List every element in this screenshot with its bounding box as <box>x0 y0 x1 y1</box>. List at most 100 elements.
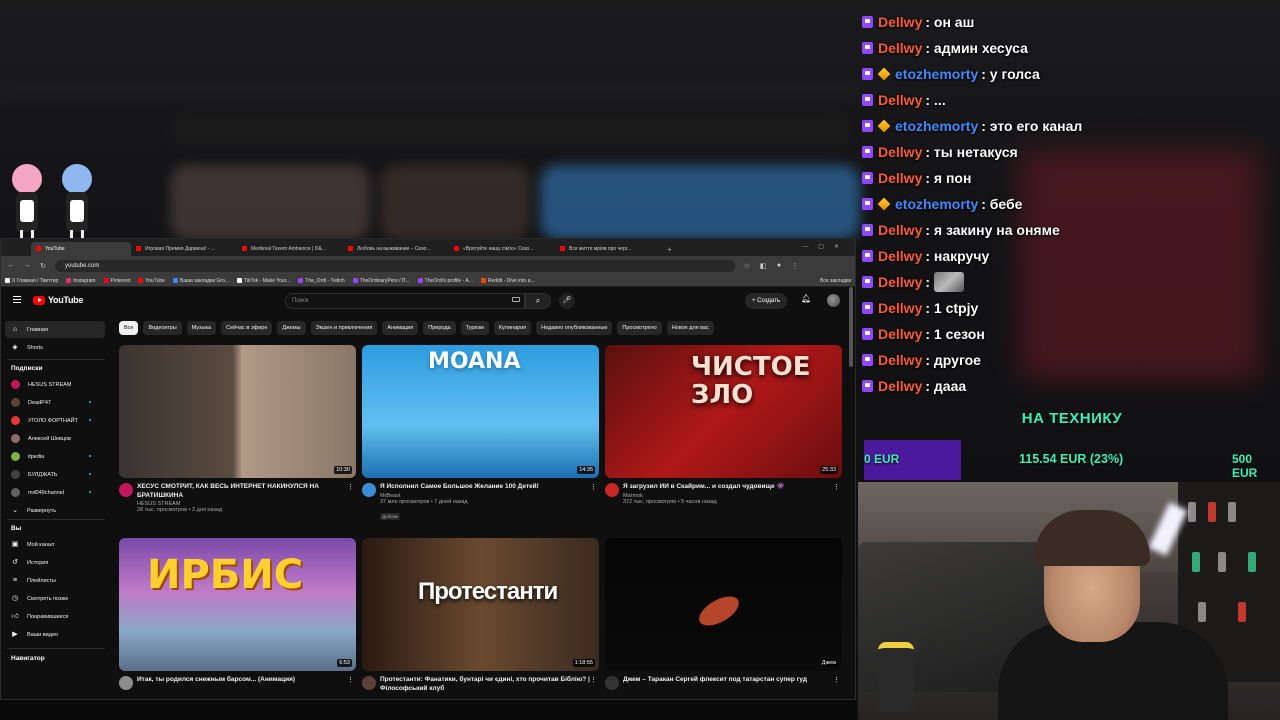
bookmark-item[interactable]: Reddit - Dive into a... <box>480 278 535 284</box>
filter-chip[interactable]: Экшен и приключения <box>310 321 378 335</box>
video-title[interactable]: ХЕСУС СМОТРИТ, КАК ВЕСЬ ИНТЕРНЕТ НАКИНУЛ… <box>137 483 347 500</box>
menu-icon[interactable]: ⋮ <box>791 262 799 270</box>
tab-item[interactable]: Medieval Tavern Ambience | D&... <box>237 242 343 256</box>
filter-chip[interactable]: Сейчас в эфире <box>221 321 273 335</box>
chat-username[interactable]: etozhemorty <box>895 196 978 212</box>
filter-chip[interactable]: Туризм <box>460 321 489 335</box>
video-thumbnail[interactable]: MOANA 14:35 <box>362 345 599 478</box>
chat-username[interactable]: Dellwy <box>878 248 922 264</box>
create-button[interactable]: + Создать <box>745 293 787 309</box>
video-thumbnail[interactable]: Джем <box>605 538 842 671</box>
sidebar-item-you[interactable]: ▣ Мой канал <box>5 536 105 553</box>
chat-username[interactable]: etozhemorty <box>895 118 978 134</box>
video-title[interactable]: Я Исполнил Самое Большое Желание 100 Дет… <box>380 483 590 492</box>
channel-avatar[interactable] <box>362 483 376 497</box>
tab-item[interactable]: Все життя мріяв про черг... <box>555 242 661 256</box>
subscription-item[interactable]: HESUS STREAM <box>5 376 105 393</box>
sidebar-item-home[interactable]: ⌂ Главная <box>5 321 105 338</box>
filter-chip[interactable]: Природа <box>423 321 456 335</box>
chat-username[interactable]: Dellwy <box>878 274 922 290</box>
channel-avatar[interactable] <box>605 676 619 690</box>
video-thumbnail[interactable]: ЧИСТОЕ ЗЛО 25:33 <box>605 345 842 478</box>
filter-chip[interactable]: Просмотрено <box>617 321 662 335</box>
reload-icon[interactable]: ↻ <box>39 262 47 270</box>
window-controls[interactable]: —▢✕ <box>802 243 849 250</box>
bookmark-item[interactable]: TikTok - Make Your... <box>237 278 290 284</box>
profile-icon[interactable]: ● <box>775 262 783 269</box>
video-card[interactable]: 10:30 ХЕСУС СМОТРИТ, КАК ВЕСЬ ИНТЕРНЕТ НА… <box>119 345 356 523</box>
bookmark-item[interactable]: The_Ordi - Twitch <box>298 278 345 284</box>
chat-username[interactable]: Dellwy <box>878 326 922 342</box>
channel-avatar[interactable] <box>362 676 376 690</box>
more-options-icon[interactable]: ⋮ <box>590 483 597 491</box>
tab-youtube[interactable]: YouTube <box>31 242 131 256</box>
filter-chip[interactable]: Анимация <box>382 321 419 335</box>
video-thumbnail[interactable]: ИРБИС 6:53 <box>119 538 356 671</box>
filter-chip[interactable]: Видеоигры <box>143 321 182 335</box>
filter-chip[interactable]: Кулинария <box>493 321 532 335</box>
search-input[interactable]: Поиск <box>285 293 525 309</box>
chat-username[interactable]: Dellwy <box>878 378 922 394</box>
more-options-icon[interactable]: ⋮ <box>347 483 354 491</box>
subscription-item[interactable]: Алексей Шевцов <box>5 430 105 447</box>
url-bar[interactable]: youtube.com <box>55 259 735 272</box>
chat-username[interactable]: Dellwy <box>878 14 922 30</box>
video-card[interactable]: ЧИСТОЕ ЗЛО 25:33 Я загрузил ИИ в Скайрим..… <box>605 345 842 523</box>
chat-username[interactable]: Dellwy <box>878 92 922 108</box>
video-title[interactable]: Джем – Таракан Сергей флексит под татарс… <box>623 676 833 685</box>
extensions-icon[interactable]: ◧ <box>759 262 767 270</box>
bookmark-item[interactable]: TheOrdinaryPers / П... <box>352 278 410 284</box>
chat-username[interactable]: Dellwy <box>878 170 922 186</box>
bookmark-item[interactable]: X Главная / Твиттер <box>5 278 58 284</box>
search-button[interactable]: ⌕ <box>525 293 551 309</box>
tab-item[interactable]: Любовь на выживание – Сезо... <box>343 242 449 256</box>
subscription-item[interactable]: itpedia <box>5 448 105 465</box>
voice-search-icon[interactable]: 🎤︎ <box>559 293 575 309</box>
chat-username[interactable]: Dellwy <box>878 352 922 368</box>
chat-username[interactable]: Dellwy <box>878 144 922 160</box>
subscription-item[interactable]: DeadP47 <box>5 394 105 411</box>
tab-item[interactable]: «Врятуйте нашу сім'ю» Сезо... <box>449 242 555 256</box>
video-card[interactable]: ИРБИС 6:53 Итак, ты родился снежным барсом… <box>119 538 356 699</box>
sidebar-item-you[interactable]: 👍︎ Понравившиеся <box>5 608 105 625</box>
more-options-icon[interactable]: ⋮ <box>833 483 840 491</box>
hamburger-icon[interactable] <box>13 296 21 303</box>
star-icon[interactable]: ☆ <box>743 262 751 270</box>
filter-chip[interactable]: Новое для вас <box>666 321 714 335</box>
subscription-item[interactable]: УГОЛО ФОРТНАЙТ <box>5 412 105 429</box>
filter-chip[interactable]: Музыка <box>186 321 217 335</box>
video-card[interactable]: Протестанти 1:18:55 Протестанти: Фанатики,… <box>362 538 599 699</box>
more-options-icon[interactable]: ⋮ <box>590 676 597 684</box>
chat-username[interactable]: Dellwy <box>878 300 922 316</box>
keyboard-icon[interactable] <box>512 297 520 302</box>
account-avatar[interactable] <box>827 294 840 307</box>
channel-avatar[interactable] <box>119 483 133 497</box>
subscriptions-heading[interactable]: Подписки <box>11 365 42 372</box>
bookmark-item[interactable]: YouTube <box>138 278 165 284</box>
sidebar-item-you[interactable]: ↺ История <box>5 554 105 571</box>
video-card[interactable]: MOANA 14:35 Я Исполнил Самое Большое Желан… <box>362 345 599 523</box>
video-card[interactable]: Джем Джем – Таракан Сергей флексит под та… <box>605 538 842 699</box>
video-thumbnail[interactable]: Протестанти 1:18:55 <box>362 538 599 671</box>
filter-chip[interactable]: Недавно опубликованные <box>536 321 613 335</box>
chat-username[interactable]: etozhemorty <box>895 66 978 82</box>
more-options-icon[interactable]: ⋮ <box>347 676 354 684</box>
tab-item[interactable]: Игровая Премия Дарвина! - ... <box>131 242 237 256</box>
all-bookmarks[interactable]: Все закладки <box>820 278 851 284</box>
channel-avatar[interactable] <box>119 676 133 690</box>
forward-icon[interactable]: → <box>23 262 31 269</box>
notifications-icon[interactable]: 🔔︎ <box>801 294 811 303</box>
chat-username[interactable]: Dellwy <box>878 40 922 56</box>
subscription-item[interactable]: md049channel <box>5 484 105 501</box>
bookmark-item[interactable]: TheOrdi's profile - A... <box>417 278 473 284</box>
video-thumbnail[interactable]: 10:30 <box>119 345 356 478</box>
channel-avatar[interactable] <box>605 483 619 497</box>
you-heading[interactable]: Вы <box>11 525 21 532</box>
bookmark-item[interactable]: Ваши закладки Gro... <box>172 278 229 284</box>
filter-chip[interactable]: Все <box>119 321 139 335</box>
filter-chip[interactable]: Джемы <box>277 321 306 335</box>
chat-username[interactable]: Dellwy <box>878 222 922 238</box>
bookmark-item[interactable]: Instagram <box>66 278 96 284</box>
bookmark-item[interactable]: Pinterest <box>103 278 130 284</box>
sidebar-item-you[interactable]: ▶ Ваши видео <box>5 626 105 643</box>
